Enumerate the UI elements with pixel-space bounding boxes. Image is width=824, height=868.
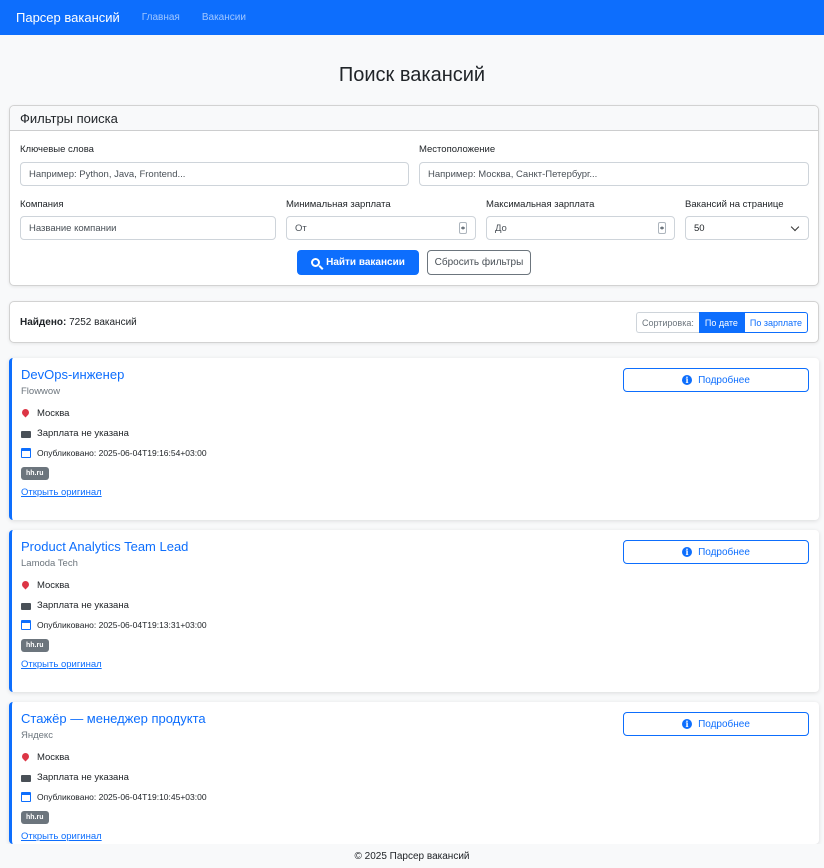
- details-label: Подробнее: [698, 374, 750, 386]
- vacancy-company: Lamoda Tech: [21, 558, 78, 569]
- source-badge: hh.ru: [21, 467, 49, 480]
- per-page-label: Вакансий на странице: [685, 199, 784, 210]
- map-pin-icon: [21, 409, 31, 419]
- info-icon: i: [682, 719, 693, 729]
- open-original-link[interactable]: Открыть оригинал: [21, 487, 102, 498]
- search-button[interactable]: Найти вакансии: [297, 250, 419, 275]
- search-icon: [311, 258, 321, 267]
- min-salary-input[interactable]: [295, 222, 467, 234]
- location-text: Москва: [37, 752, 70, 763]
- vacancy-published: Опубликовано: 2025-06-04T19:13:31+03:00: [21, 620, 207, 630]
- salary-text: Зарплата не указана: [37, 772, 129, 783]
- open-original-link[interactable]: Открыть оригинал: [21, 659, 102, 670]
- vacancy-published: Опубликовано: 2025-06-04T19:10:45+03:00: [21, 792, 207, 802]
- results-count: Найдено: 7252 вакансий: [20, 317, 137, 328]
- location-text: Москва: [37, 580, 70, 591]
- money-icon: [21, 774, 31, 782]
- location-text: Москва: [37, 408, 70, 419]
- published-text: Опубликовано: 2025-06-04T19:16:54+03:00: [37, 448, 207, 458]
- money-icon: [21, 602, 31, 610]
- details-label: Подробнее: [698, 718, 750, 730]
- per-page-value: 50: [694, 222, 705, 234]
- sort-by-date-button[interactable]: По дате: [698, 312, 744, 333]
- keywords-input[interactable]: [29, 168, 400, 180]
- max-salary-label: Максимальная зарплата: [486, 199, 595, 210]
- details-button[interactable]: i Подробнее: [623, 540, 809, 564]
- min-salary-stepper-icon[interactable]: [459, 222, 467, 234]
- map-pin-icon: [21, 753, 31, 763]
- page-title: Поиск вакансий: [338, 64, 486, 86]
- company-field[interactable]: [20, 216, 276, 240]
- sort-by-salary-button[interactable]: По зарплате: [743, 312, 808, 333]
- info-icon: i: [682, 375, 693, 385]
- sort-group: Сортировка: По дате По зарплате: [635, 312, 808, 333]
- vacancy-company: Яндекс: [21, 730, 53, 741]
- details-label: Подробнее: [698, 546, 750, 558]
- vacancy-salary: Зарплата не указана: [21, 600, 129, 611]
- brand-logo[interactable]: Парсер вакансий: [16, 10, 120, 25]
- keywords-field[interactable]: [20, 162, 409, 186]
- vacancy-card: Стажёр — менеджер продукта Яндекс Москва…: [9, 702, 819, 844]
- location-field[interactable]: [419, 162, 809, 186]
- max-salary-field[interactable]: [486, 216, 675, 240]
- search-button-label: Найти вакансии: [326, 257, 405, 268]
- open-original-link[interactable]: Открыть оригинал: [21, 831, 102, 842]
- company-input[interactable]: [29, 222, 267, 234]
- vacancy-published: Опубликовано: 2025-06-04T19:16:54+03:00: [21, 448, 207, 458]
- max-salary-stepper-icon[interactable]: [658, 222, 666, 234]
- info-icon: i: [682, 547, 693, 557]
- filters-header: Фильтры поиска: [10, 106, 818, 131]
- navbar: Парсер вакансий Главная Вакансии: [0, 0, 824, 35]
- max-salary-input[interactable]: [495, 222, 666, 234]
- company-label: Компания: [20, 199, 64, 210]
- keywords-label: Ключевые слова: [20, 144, 94, 155]
- calendar-icon: [21, 792, 31, 802]
- vacancy-salary: Зарплата не указана: [21, 772, 129, 783]
- vacancy-card: Product Analytics Team Lead Lamoda Tech …: [9, 530, 819, 692]
- vacancy-title[interactable]: Стажёр — менеджер продукта: [21, 711, 206, 726]
- results-bar: Найдено: 7252 вакансий Сортировка: По да…: [9, 301, 819, 343]
- vacancy-card: DevOps-инженер Flowwow Москва Зарплата н…: [9, 358, 819, 520]
- results-found-value: 7252 вакансий: [69, 316, 137, 328]
- vacancy-title[interactable]: Product Analytics Team Lead: [21, 539, 188, 554]
- sort-label: Сортировка:: [635, 312, 699, 333]
- chevron-down-icon: [790, 222, 800, 232]
- vacancy-location: Москва: [21, 408, 69, 419]
- map-pin-icon: [21, 581, 31, 591]
- nav-link-vacancies[interactable]: Вакансии: [202, 12, 246, 23]
- details-button[interactable]: i Подробнее: [623, 368, 809, 392]
- salary-text: Зарплата не указана: [37, 428, 129, 439]
- vacancy-title[interactable]: DevOps-инженер: [21, 367, 124, 382]
- calendar-icon: [21, 448, 31, 458]
- reset-filters-button[interactable]: Сбросить фильтры: [427, 250, 531, 275]
- vacancy-location: Москва: [21, 752, 69, 763]
- per-page-select[interactable]: 50: [685, 216, 809, 240]
- vacancy-salary: Зарплата не указана: [21, 428, 129, 439]
- published-text: Опубликовано: 2025-06-04T19:13:31+03:00: [37, 620, 207, 630]
- min-salary-label: Минимальная зарплата: [286, 199, 391, 210]
- source-badge: hh.ru: [21, 639, 49, 652]
- footer: © 2025 Парсер вакансий: [0, 844, 824, 868]
- filters-card: Фильтры поиска Ключевые слова Местополож…: [9, 105, 819, 286]
- salary-text: Зарплата не указана: [37, 600, 129, 611]
- min-salary-field[interactable]: [286, 216, 476, 240]
- calendar-icon: [21, 620, 31, 630]
- location-label: Местоположение: [419, 144, 496, 155]
- vacancy-company: Flowwow: [21, 386, 61, 397]
- results-found-label: Найдено:: [20, 316, 67, 328]
- nav-link-home[interactable]: Главная: [142, 12, 180, 23]
- published-text: Опубликовано: 2025-06-04T19:10:45+03:00: [37, 792, 207, 802]
- source-badge: hh.ru: [21, 811, 49, 824]
- money-icon: [21, 430, 31, 438]
- vacancy-location: Москва: [21, 580, 69, 591]
- details-button[interactable]: i Подробнее: [623, 712, 809, 736]
- location-input[interactable]: [428, 168, 800, 180]
